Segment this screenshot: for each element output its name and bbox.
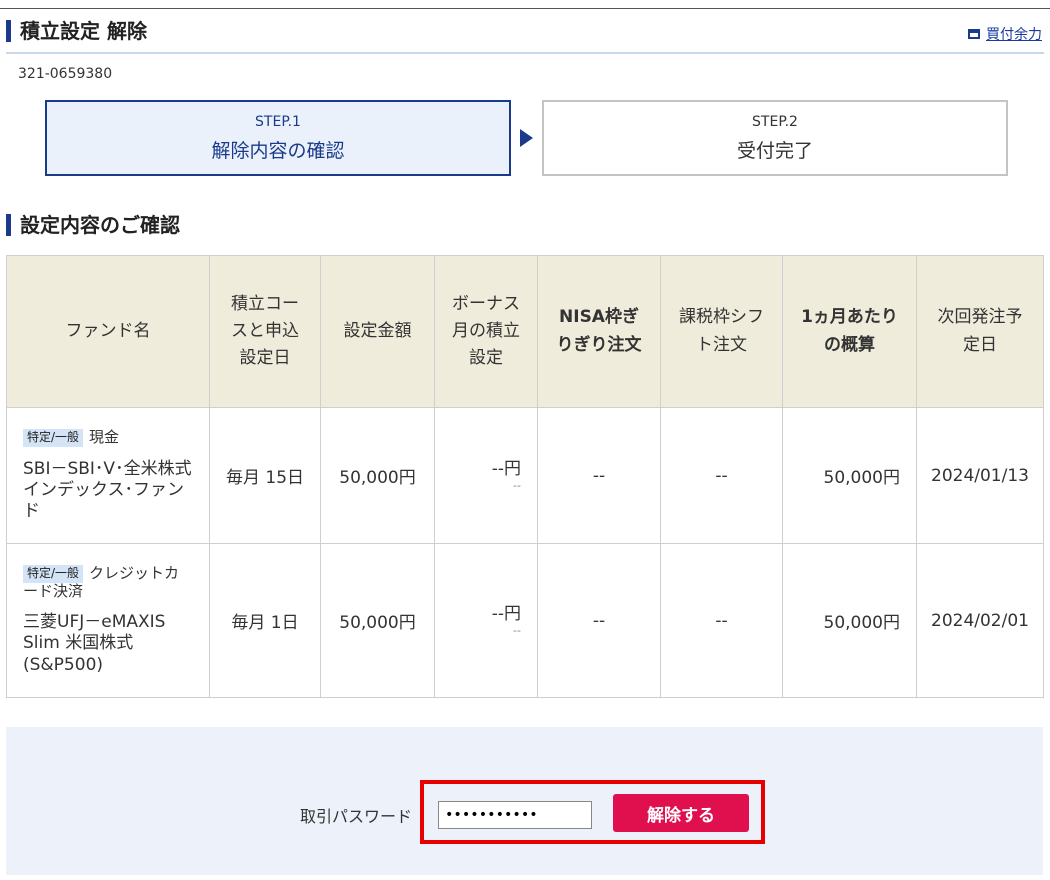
step-1-number: STEP.1 bbox=[255, 114, 301, 130]
bonus-value: --円 bbox=[491, 458, 521, 479]
step-2: STEP.2 受付完了 bbox=[542, 100, 1008, 176]
bonus-value: --円 bbox=[491, 603, 521, 624]
account-type-badge: 特定/一般 bbox=[23, 565, 84, 583]
header-course: 積立コースと申込設定日 bbox=[209, 255, 321, 408]
settings-table: ファンド名 積立コースと申込設定日 設定金額 ボーナス月の積立設定 NISA枠ぎ… bbox=[6, 255, 1044, 698]
bonus-cell: --円 -- bbox=[434, 407, 538, 544]
step-1-label: 解除内容の確認 bbox=[211, 140, 345, 162]
top-divider bbox=[0, 8, 1050, 9]
step-arrow-icon bbox=[520, 129, 533, 147]
account-number: 321-0659380 bbox=[18, 66, 113, 82]
highlight-box bbox=[420, 780, 765, 844]
nisa-cell: -- bbox=[537, 407, 661, 544]
fund-cell: 特定/一般 現金 SBI－SBI･V･全米株式インデックス･ファンド bbox=[6, 407, 210, 544]
header-monthly-estimate: 1ヵ月あたりの概算 bbox=[782, 255, 917, 408]
step-1: STEP.1 解除内容の確認 bbox=[45, 100, 511, 176]
table-header-row: ファンド名 積立コースと申込設定日 設定金額 ボーナス月の積立設定 NISA枠ぎ… bbox=[6, 255, 1044, 408]
bonus-cell: --円 -- bbox=[434, 543, 538, 698]
available-funds-label: 買付余力 bbox=[986, 27, 1042, 43]
settlement-method: 現金 bbox=[89, 427, 120, 446]
fund-name: SBI－SBI･V･全米株式インデックス･ファンド bbox=[23, 458, 192, 522]
header-amount: 設定金額 bbox=[320, 255, 435, 408]
password-label: 取引パスワード bbox=[300, 807, 413, 826]
nisa-cell: -- bbox=[537, 543, 661, 698]
window-icon bbox=[968, 29, 980, 39]
page-title: 積立設定 解除 bbox=[6, 16, 147, 46]
tax-shift-cell: -- bbox=[660, 543, 783, 698]
monthly-estimate-cell: 50,000円 bbox=[782, 543, 917, 698]
bonus-subvalue: -- bbox=[513, 478, 521, 492]
section-title: 設定内容のご確認 bbox=[6, 210, 180, 240]
available-funds-link[interactable]: 買付余力 bbox=[968, 24, 1042, 44]
monthly-estimate-cell: 50,000円 bbox=[782, 407, 917, 544]
next-order-date-cell: 2024/01/13 bbox=[916, 407, 1044, 544]
header-bonus: ボーナス月の積立設定 bbox=[434, 255, 538, 408]
header-nisa: NISA枠ぎりぎり注文 bbox=[537, 255, 661, 408]
amount-cell: 50,000円 bbox=[320, 543, 435, 698]
fund-cell: 特定/一般 クレジットカード決済 三菱UFJ－eMAXIS Slim 米国株式(S… bbox=[6, 543, 210, 698]
header-fund-name: ファンド名 bbox=[6, 255, 210, 408]
fund-name: 三菱UFJ－eMAXIS Slim 米国株式(S&P500) bbox=[23, 612, 166, 675]
table-row: 特定/一般 現金 SBI－SBI･V･全米株式インデックス･ファンド 毎月 15日… bbox=[6, 407, 1044, 544]
step-2-label: 受付完了 bbox=[736, 140, 813, 162]
amount-cell: 50,000円 bbox=[320, 407, 435, 544]
header-next-order-date: 次回発注予定日 bbox=[916, 255, 1044, 408]
course-cell: 毎月 15日 bbox=[209, 407, 321, 544]
account-type-badge: 特定/一般 bbox=[23, 428, 84, 447]
bonus-subvalue: -- bbox=[513, 623, 521, 637]
title-divider bbox=[6, 52, 1044, 54]
table-row: 特定/一般 クレジットカード決済 三菱UFJ－eMAXIS Slim 米国株式(S… bbox=[6, 543, 1044, 698]
step-2-number: STEP.2 bbox=[752, 114, 798, 130]
tax-shift-cell: -- bbox=[660, 407, 783, 544]
course-cell: 毎月 1日 bbox=[209, 543, 321, 698]
next-order-date-cell: 2024/02/01 bbox=[916, 543, 1044, 698]
header-tax-shift: 課税枠シフト注文 bbox=[660, 255, 783, 408]
